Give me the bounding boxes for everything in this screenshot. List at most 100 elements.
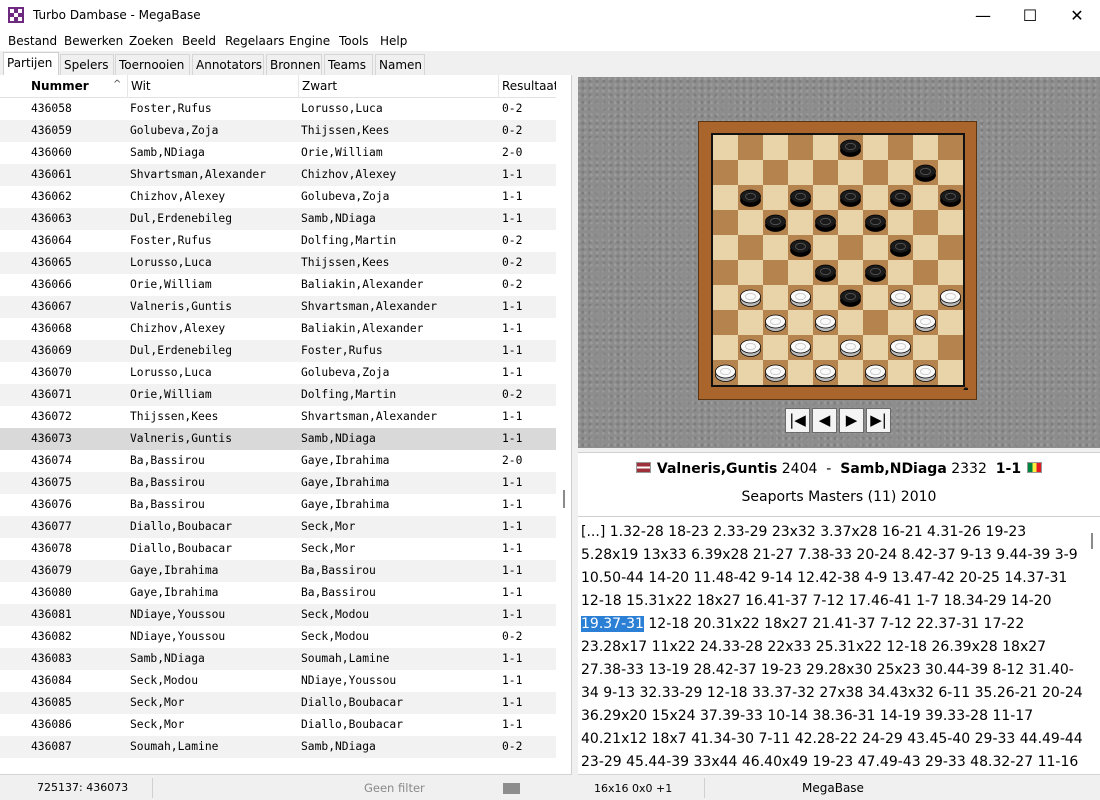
white-piece[interactable] [815, 364, 836, 382]
dark-square[interactable] [713, 260, 738, 285]
tab-teams[interactable]: Teams [324, 54, 373, 75]
column-header-resultaat[interactable]: Resultaat [499, 75, 559, 98]
table-row[interactable]: 436076 Ba,Bassirou Gaye,Ibrahima 1-1 [0, 494, 556, 516]
light-square[interactable] [888, 210, 913, 235]
menu-engine[interactable]: Engine [289, 34, 330, 48]
white-piece[interactable] [815, 314, 836, 332]
table-row[interactable]: 436085 Seck,Mor Diallo,Boubacar 1-1 [0, 692, 556, 714]
table-row[interactable]: 436084 Seck,Modou NDiaye,Youssou 1-1 [0, 670, 556, 692]
table-row[interactable]: 436062 Chizhov,Alexey Golubeva,Zoja 1-1 [0, 186, 556, 208]
light-square[interactable] [888, 160, 913, 185]
light-square[interactable] [838, 360, 863, 385]
table-row[interactable]: 436060 Samb,NDiaga Orie,William 2-0 [0, 142, 556, 164]
dark-square[interactable] [763, 260, 788, 285]
table-row[interactable]: 436075 Ba,Bassirou Gaye,Ibrahima 1-1 [0, 472, 556, 494]
table-row[interactable]: 436078 Diallo,Boubacar Seck,Mor 1-1 [0, 538, 556, 560]
menu-regelaars[interactable]: Regelaars [225, 34, 284, 48]
table-row[interactable]: 436070 Lorusso,Luca Golubeva,Zoja 1-1 [0, 362, 556, 384]
black-piece[interactable] [890, 189, 911, 207]
light-square[interactable] [738, 260, 763, 285]
light-square[interactable] [763, 285, 788, 310]
light-square[interactable] [813, 235, 838, 260]
light-square[interactable] [813, 135, 838, 160]
light-square[interactable] [938, 360, 963, 385]
game-list-scrollbar[interactable] [556, 75, 571, 774]
table-row[interactable]: 436083 Samb,NDiaga Soumah,Lamine 1-1 [0, 648, 556, 670]
menu-tools[interactable]: Tools [339, 34, 369, 48]
table-row[interactable]: 436058 Foster,Rufus Lorusso,Luca 0-2 [0, 98, 556, 120]
light-square[interactable] [763, 135, 788, 160]
light-square[interactable] [863, 285, 888, 310]
table-row[interactable]: 436069 Dul,Erdenebileg Foster,Rufus 1-1 [0, 340, 556, 362]
light-square[interactable] [863, 335, 888, 360]
light-square[interactable] [913, 185, 938, 210]
light-square[interactable] [863, 135, 888, 160]
light-square[interactable] [913, 235, 938, 260]
light-square[interactable] [713, 285, 738, 310]
white-piece[interactable] [915, 314, 936, 332]
filter-toggle-icon[interactable] [503, 783, 520, 794]
dark-square[interactable] [888, 135, 913, 160]
tab-bronnen[interactable]: Bronnen [266, 54, 322, 75]
dark-square[interactable] [713, 160, 738, 185]
tab-annotators[interactable]: Annotators [192, 54, 264, 75]
white-piece[interactable] [765, 314, 786, 332]
table-row[interactable]: 436073 Valneris,Guntis Samb,NDiaga 1-1 [0, 428, 556, 450]
black-piece[interactable] [765, 214, 786, 232]
black-piece[interactable] [915, 164, 936, 182]
menu-beeld[interactable]: Beeld [182, 34, 216, 48]
dark-square[interactable] [788, 135, 813, 160]
white-piece[interactable] [890, 289, 911, 307]
light-square[interactable] [738, 160, 763, 185]
table-row[interactable]: 436072 Thijssen,Kees Shvartsman,Alexander 1… [0, 406, 556, 428]
black-piece[interactable] [790, 189, 811, 207]
light-square[interactable] [838, 160, 863, 185]
white-piece[interactable] [865, 364, 886, 382]
light-square[interactable] [788, 210, 813, 235]
close-button[interactable]: ✕ [1054, 0, 1100, 31]
tab-spelers[interactable]: Spelers [60, 54, 114, 75]
table-row[interactable]: 436071 Orie,William Dolfing,Martin 0-2 [0, 384, 556, 406]
table-row[interactable]: 436059 Golubeva,Zoja Thijssen,Kees 0-2 [0, 120, 556, 142]
table-row[interactable]: 436086 Seck,Mor Diallo,Boubacar 1-1 [0, 714, 556, 736]
last-move-button[interactable]: ▶| [866, 408, 891, 433]
black-piece[interactable] [840, 289, 861, 307]
table-row[interactable]: 436067 Valneris,Guntis Shvartsman,Alexande… [0, 296, 556, 318]
light-square[interactable] [813, 335, 838, 360]
white-piece[interactable] [765, 364, 786, 382]
light-square[interactable] [738, 360, 763, 385]
dark-square[interactable] [913, 260, 938, 285]
light-square[interactable] [838, 210, 863, 235]
game-notation[interactable]: [...] 1.32-28 18-23 2.33-29 23x32 3.37x2… [581, 521, 1084, 774]
table-row[interactable]: 436064 Foster,Rufus Dolfing,Martin 0-2 [0, 230, 556, 252]
dark-square[interactable] [863, 160, 888, 185]
black-piece[interactable] [740, 189, 761, 207]
light-square[interactable] [813, 185, 838, 210]
menu-bestand[interactable]: Bestand [8, 34, 57, 48]
tab-toernooien[interactable]: Toernooien [115, 54, 190, 75]
light-square[interactable] [788, 260, 813, 285]
current-move[interactable]: 19.37-31 [581, 616, 644, 632]
light-square[interactable] [913, 285, 938, 310]
column-header-wit[interactable]: Wit [128, 75, 299, 98]
white-piece[interactable] [940, 289, 961, 307]
table-row[interactable]: 436061 Shvartsman,Alexander Chizhov,Alexey… [0, 164, 556, 186]
light-square[interactable] [913, 135, 938, 160]
table-row[interactable]: 436074 Ba,Bassirou Gaye,Ibrahima 2-0 [0, 450, 556, 472]
table-row[interactable]: 436065 Lorusso,Luca Thijssen,Kees 0-2 [0, 252, 556, 274]
white-piece[interactable] [790, 289, 811, 307]
light-square[interactable] [838, 260, 863, 285]
table-row[interactable]: 436066 Orie,William Baliakin,Alexander 0-2 [0, 274, 556, 296]
first-move-button[interactable]: |◀ [785, 408, 810, 433]
table-row[interactable]: 436080 Gaye,Ibrahima Ba,Bassirou 1-1 [0, 582, 556, 604]
dark-square[interactable] [738, 235, 763, 260]
tab-namen[interactable]: Namen [375, 54, 425, 75]
filter-status[interactable]: Geen filter [364, 781, 425, 795]
maximize-button[interactable]: ☐ [1007, 0, 1053, 31]
black-piece[interactable] [940, 189, 961, 207]
black-piece[interactable] [815, 214, 836, 232]
light-square[interactable] [888, 260, 913, 285]
column-header-zwart[interactable]: Zwart [299, 75, 499, 98]
dark-square[interactable] [938, 235, 963, 260]
dark-square[interactable] [838, 235, 863, 260]
